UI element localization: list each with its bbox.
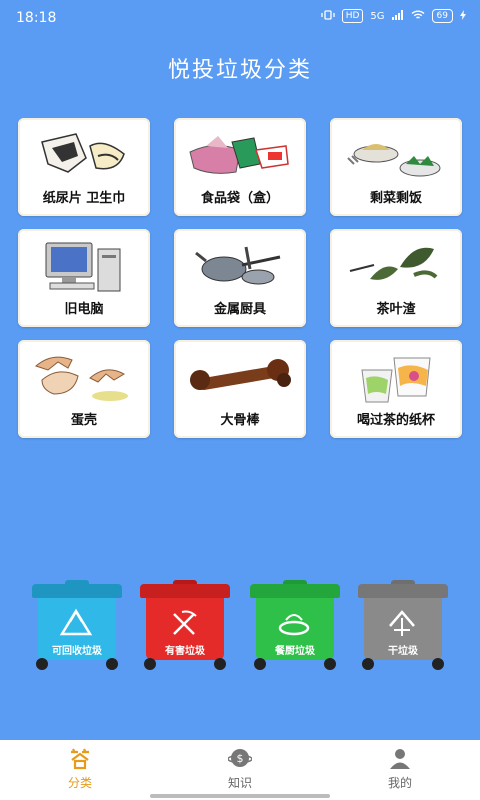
signal-text: 5G (370, 10, 385, 22)
profile-icon (388, 746, 412, 770)
status-bar: 18:18 HD 5G 69 (0, 0, 480, 36)
tab-label: 我的 (387, 776, 412, 790)
recycle-icon (56, 608, 96, 638)
item-label: 大骨棒 (220, 413, 260, 428)
bin-label: 可回收垃圾 (52, 646, 102, 657)
charging-icon (460, 9, 466, 23)
tab-label: 分类 (67, 776, 92, 790)
item-label: 喝过茶的纸杯 (356, 413, 435, 428)
bin-recyclable[interactable]: 可回收垃圾 (32, 580, 122, 670)
battery-indicator: 69 (431, 9, 453, 23)
item-card-tea-leaves[interactable]: 茶叶渣 (330, 229, 462, 327)
bin-lid (250, 584, 340, 598)
item-card-bone[interactable]: 大骨棒 (174, 340, 306, 438)
item-card-diaper[interactable]: 纸尿片 卫生巾 (18, 118, 150, 216)
item-card-food-bag[interactable]: 食品袋（盒） (174, 118, 306, 216)
metal-cookware-image (184, 239, 296, 295)
bone-image (184, 350, 296, 406)
page-title: 悦投垃圾分类 (167, 58, 312, 83)
bin-label: 餐厨垃圾 (275, 646, 315, 657)
diaper-image (28, 128, 140, 184)
vibrate-icon (321, 9, 335, 23)
bin-lid (32, 584, 122, 598)
bin-wheel (362, 658, 374, 670)
bin-wheel (324, 658, 336, 670)
item-card-old-computer[interactable]: 旧电脑 (18, 229, 150, 327)
tab-label: 知识 (227, 776, 252, 790)
svg-text:$: $ (237, 752, 244, 765)
status-icons: HD 5G 69 (321, 9, 466, 23)
kitchen-waste-icon (274, 608, 314, 638)
item-label: 纸尿片 卫生巾 (42, 191, 126, 206)
dry-waste-icon (382, 608, 422, 638)
home-indicator (150, 794, 330, 798)
garbage-items-grid: 纸尿片 卫生巾 食品袋（盒） 剩菜剩饭 旧电脑 金属厨具 茶叶渣 蛋壳 大骨棒 … (18, 118, 462, 442)
bin-wheel (144, 658, 156, 670)
food-bag-image (184, 128, 296, 184)
tab-profile[interactable]: 我的 (350, 740, 450, 800)
status-time: 18:18 (16, 10, 57, 26)
leftover-food-image (340, 128, 452, 184)
item-label: 剩菜剩饭 (369, 191, 422, 206)
item-label: 金属厨具 (213, 302, 266, 317)
bin-label: 干垃圾 (388, 646, 418, 657)
bin-dry-waste[interactable]: 干垃圾 (358, 580, 448, 670)
item-card-paper-cup[interactable]: 喝过茶的纸杯 (330, 340, 462, 438)
bin-wheel (106, 658, 118, 670)
item-card-metal-cookware[interactable]: 金属厨具 (174, 229, 306, 327)
bin-label: 有害垃圾 (165, 646, 205, 657)
item-label: 旧电脑 (64, 302, 104, 317)
bottom-tab-bar: 分类 $ 知识 我的 (0, 740, 480, 800)
tab-classify[interactable]: 分类 (30, 740, 130, 800)
item-card-eggshell[interactable]: 蛋壳 (18, 340, 150, 438)
item-label: 茶叶渣 (376, 302, 416, 317)
hazard-icon (164, 608, 204, 638)
bin-lid (140, 584, 230, 598)
bin-kitchen-waste[interactable]: 餐厨垃圾 (250, 580, 340, 670)
bin-wheel (432, 658, 444, 670)
old-computer-image (28, 239, 140, 295)
bin-wheel (214, 658, 226, 670)
tab-knowledge[interactable]: $ 知识 (190, 740, 290, 800)
eggshell-image (28, 350, 140, 406)
knowledge-icon: $ (227, 746, 253, 770)
tea-leaves-image (340, 239, 452, 295)
bin-lid (358, 584, 448, 598)
answer-icon (68, 746, 92, 770)
item-card-leftovers[interactable]: 剩菜剩饭 (330, 118, 462, 216)
paper-cup-image (340, 350, 452, 406)
bin-hazardous[interactable]: 有害垃圾 (140, 580, 230, 670)
bin-wheel (36, 658, 48, 670)
garbage-bins: 可回收垃圾 有害垃圾 餐厨垃圾 干垃圾 (0, 580, 480, 680)
bin-wheel (254, 658, 266, 670)
item-label: 食品袋（盒） (200, 191, 279, 206)
wifi-icon (411, 10, 425, 23)
hd-badge: HD (341, 9, 364, 23)
item-label: 蛋壳 (70, 413, 97, 428)
signal-bars-icon (391, 9, 404, 23)
